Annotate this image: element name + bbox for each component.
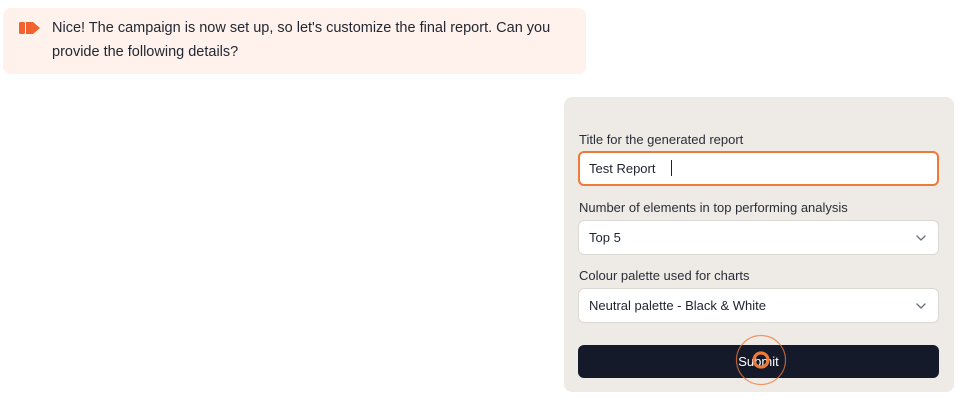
top-elements-selected-value: Top 5 [589,230,621,245]
chat-page: Nice! The campaign is now set up, so let… [0,0,965,407]
chevron-down-icon [916,302,926,309]
colour-palette-select[interactable]: Neutral palette - Black & White [578,288,939,323]
top-elements-select[interactable]: Top 5 [578,220,939,255]
chevron-down-icon [916,234,926,241]
report-title-input[interactable] [578,151,939,186]
colour-palette-label: Colour palette used for charts [579,268,750,283]
report-title-label: Title for the generated report [579,132,744,147]
colour-palette-selected-value: Neutral palette - Black & White [589,298,767,313]
submit-button[interactable]: Submit [578,345,939,378]
assistant-message: Nice! The campaign is now set up, so let… [3,8,586,74]
brand-arrow-icon [19,22,40,34]
report-settings-form: Title for the generated report Number of… [564,97,954,392]
assistant-message-text: Nice! The campaign is now set up, so let… [52,20,551,60]
text-cursor [671,160,672,176]
top-elements-label: Number of elements in top performing ana… [579,200,848,215]
